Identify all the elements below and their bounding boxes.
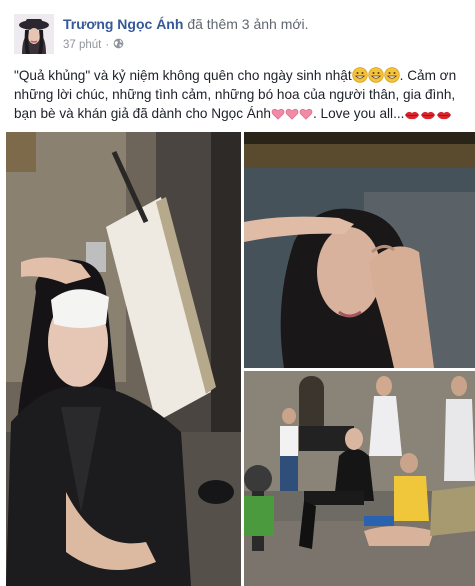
pink-heart-emoji xyxy=(299,107,313,126)
globe-icon[interactable] xyxy=(113,38,124,52)
post-text-segment: . Love you all... xyxy=(312,106,405,121)
post-message: "Quả khủng" và kỷ niệm không quên cho ng… xyxy=(14,66,475,123)
post-text-segment: bạn bè và khán giả đã dành cho Ngọc Ánh xyxy=(14,106,271,121)
post-header: Trương Ngọc Ánh đã thêm 3 ảnh mới. 37 ph… xyxy=(0,0,475,62)
post-action-text: đã thêm 3 ảnh mới. xyxy=(187,16,309,32)
post-timestamp[interactable]: 37 phút xyxy=(63,39,101,51)
kiss-lips-emoji xyxy=(420,107,436,126)
photo-behind-scenes-crew[interactable] xyxy=(244,371,475,586)
photo-woman-makeup-closeup[interactable] xyxy=(244,132,475,368)
kiss-lips-emoji xyxy=(404,107,420,126)
post-author-line: Trương Ngọc Ánh đã thêm 3 ảnh mới. xyxy=(63,16,309,32)
post-text-line-2: những lời chúc, những tình cảm, những bó… xyxy=(14,87,456,102)
meta-separator: · xyxy=(105,39,110,51)
pink-heart-emoji xyxy=(285,107,299,126)
post-text-line-3: bạn bè và khán giả đã dành cho Ngọc Ánh.… xyxy=(14,104,475,123)
author-avatar[interactable] xyxy=(14,14,54,54)
post-meta: 37 phút · xyxy=(63,38,124,52)
post-text-line-1: "Quả khủng" và kỷ niệm không quên cho ng… xyxy=(14,66,475,85)
photo-woman-eye-patch-studio[interactable] xyxy=(6,132,241,586)
post-text-segment: . Cảm ơn xyxy=(399,68,457,83)
author-name-link[interactable]: Trương Ngọc Ánh xyxy=(63,16,183,32)
pink-heart-emoji xyxy=(271,107,285,126)
kiss-lips-emoji xyxy=(436,107,452,126)
post-text-segment: "Quả khủng" và kỷ niệm không quên cho ng… xyxy=(14,68,352,83)
